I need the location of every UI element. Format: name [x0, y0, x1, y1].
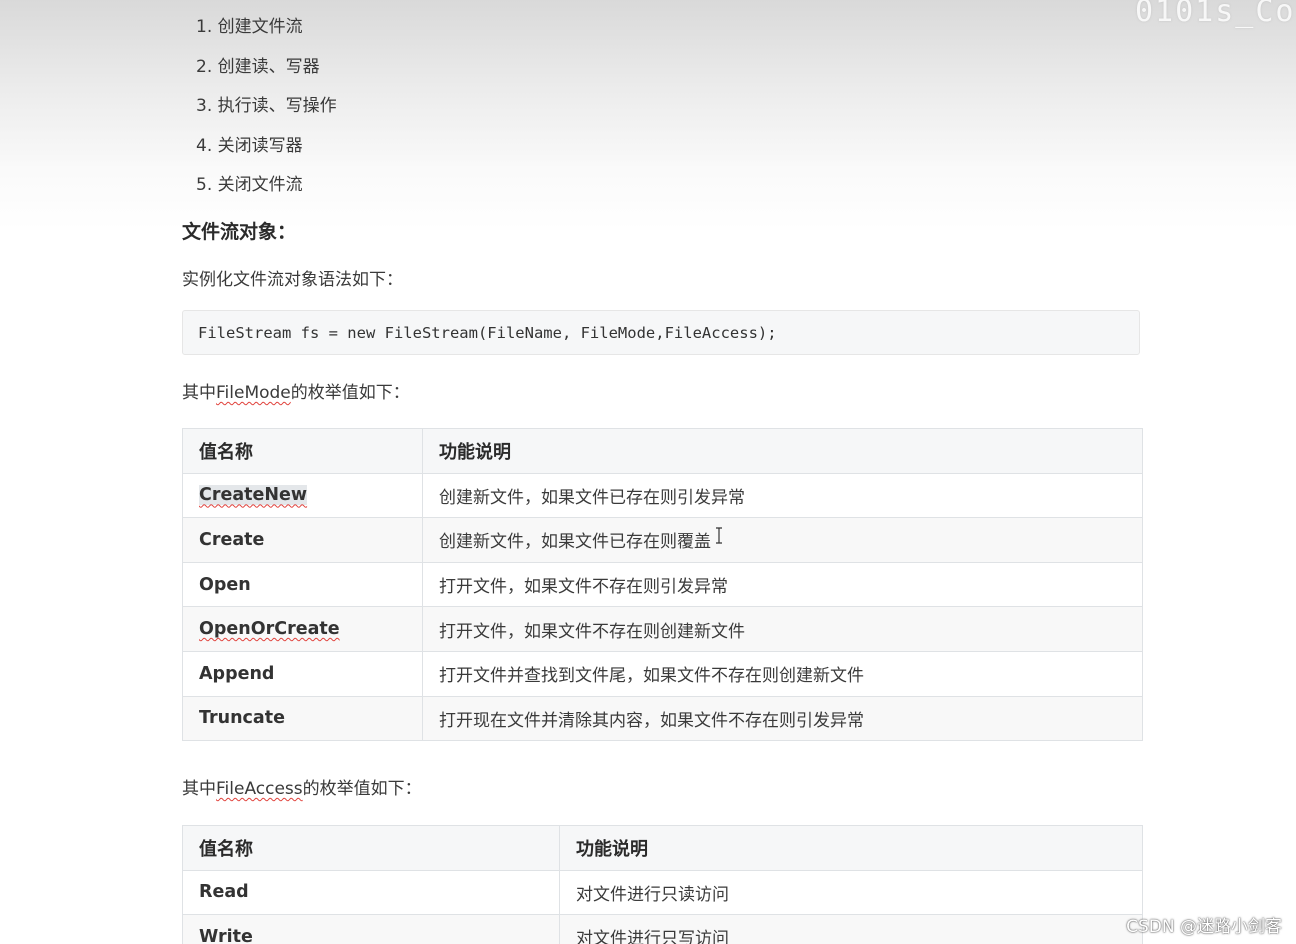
code-block[interactable]: FileStream fs = new FileStream(FileName,…	[182, 310, 1140, 355]
column-header: 值名称	[182, 825, 560, 871]
list-item: 4. 关闭读写器	[196, 135, 303, 156]
description-cell: 打开文件，如果文件不存在则引发异常	[422, 561, 1143, 608]
description-cell: 对文件进行只写访问	[559, 914, 1143, 944]
value-name-cell[interactable]: CreateNew	[182, 472, 423, 519]
description-cell: 打开文件并查找到文件尾，如果文件不存在则创建新文件	[422, 650, 1143, 697]
filemode-intro: 其中FileMode的枚举值如下：	[182, 378, 410, 403]
selected-term[interactable]: CreateNew	[199, 485, 308, 506]
text-cursor-icon	[715, 527, 723, 544]
table-header-row: 值名称 功能说明	[182, 825, 1143, 871]
spellcheck-term: FileMode	[216, 383, 291, 403]
csdn-watermark: CSDN @迷路小剑客	[1126, 917, 1282, 937]
description-cell: 打开文件，如果文件不存在则创建新文件	[422, 606, 1143, 652]
value-name-cell: OpenOrCreate	[182, 606, 423, 652]
table-row: Append 打开文件并查找到文件尾，如果文件不存在则创建新文件	[182, 650, 1143, 697]
list-item: 5. 关闭文件流	[196, 175, 303, 196]
steps-list: 1. 创建文件流 2. 创建读、写器 3. 执行读、写操作 4. 关闭读写器 5…	[196, 10, 337, 208]
description-cell: 对文件进行只读访问	[559, 869, 1143, 916]
table-row: Write 对文件进行只写访问	[182, 914, 1143, 944]
table-row: Create 创建新文件，如果文件已存在则覆盖	[182, 517, 1143, 563]
value-name-cell: Create	[182, 517, 423, 563]
list-item: 1. 创建文件流	[196, 17, 303, 37]
fileaccess-table: 值名称 功能说明 Read 对文件进行只读访问 Write 对文件进行只写访问	[182, 825, 1143, 944]
intro-prefix: 其中	[182, 383, 216, 403]
filemode-table: 值名称 功能说明 CreateNew 创建新文件，如果文件已存在则引发异常 Cr…	[182, 428, 1143, 742]
list-item: 2. 创建读、写器	[196, 56, 320, 77]
table-row: Truncate 打开现在文件并清除其内容，如果文件不存在则引发异常	[182, 695, 1143, 742]
table-row: OpenOrCreate 打开文件，如果文件不存在则创建新文件	[182, 606, 1143, 652]
page: 0101s_Co 1. 创建文件流 2. 创建读、写器 3. 执行读、写操作 4…	[0, 0, 1296, 944]
list-item: 3. 执行读、写操作	[196, 96, 337, 117]
description-cell: 创建新文件，如果文件已存在则覆盖	[422, 517, 1143, 563]
table-row: Open 打开文件，如果文件不存在则引发异常	[182, 561, 1143, 608]
value-name-cell: Read	[182, 869, 560, 916]
intro-suffix: 的枚举值如下：	[302, 779, 422, 799]
value-name-cell: Open	[182, 561, 423, 608]
description-cell: 打开现在文件并清除其内容，如果文件不存在则引发异常	[422, 695, 1143, 742]
intro-suffix: 的枚举值如下：	[290, 383, 410, 403]
value-name-cell: Write	[182, 914, 560, 944]
column-header: 值名称	[182, 428, 423, 474]
top-watermark: 0101s_Co	[1135, 0, 1296, 29]
table-row: Read 对文件进行只读访问	[182, 869, 1143, 916]
fileaccess-intro: 其中FileAccess的枚举值如下：	[182, 774, 422, 799]
table-row: CreateNew 创建新文件，如果文件已存在则引发异常	[182, 472, 1143, 519]
description-cell: 创建新文件，如果文件已存在则引发异常	[422, 472, 1143, 519]
section-heading: 文件流对象：	[182, 221, 297, 243]
syntax-intro: 实例化文件流对象语法如下：	[182, 270, 403, 290]
value-name-cell: Truncate	[182, 695, 423, 742]
spellcheck-term: FileAccess	[216, 779, 303, 799]
value-name-cell: Append	[182, 650, 423, 697]
column-header: 功能说明	[422, 428, 1143, 474]
intro-prefix: 其中	[182, 779, 216, 799]
table-header-row: 值名称 功能说明	[182, 428, 1143, 474]
column-header: 功能说明	[559, 825, 1143, 871]
spellcheck-term: OpenOrCreate	[199, 619, 340, 640]
